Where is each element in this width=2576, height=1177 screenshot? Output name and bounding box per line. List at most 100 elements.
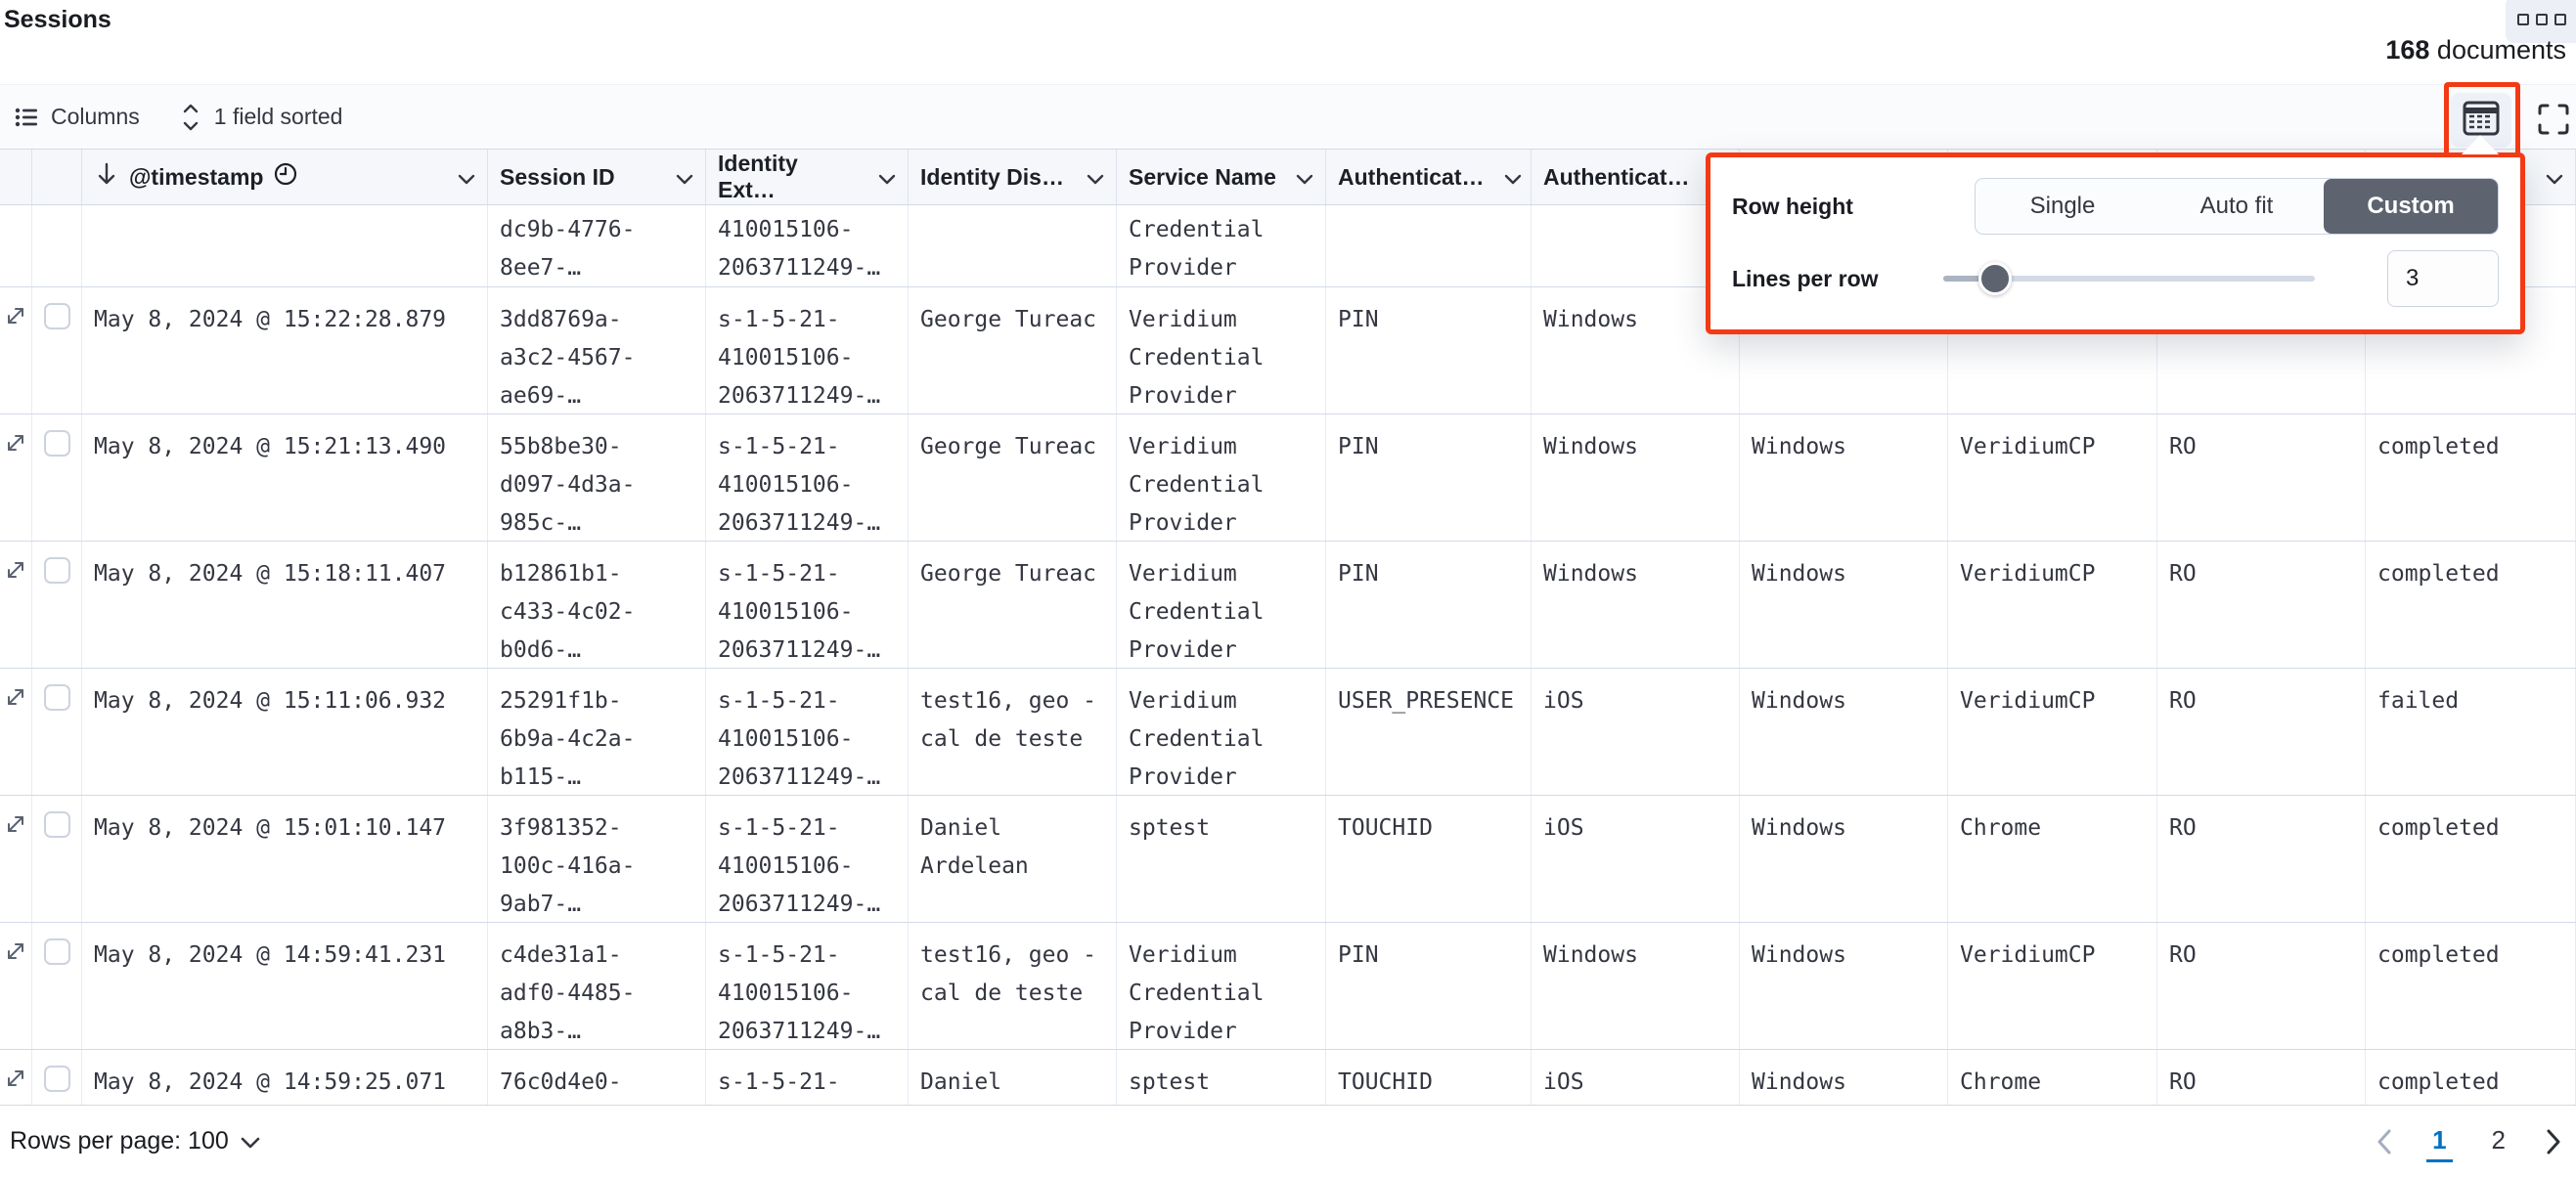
cell-svc[interactable]: sptest xyxy=(1117,796,1326,922)
columns-button[interactable]: Columns xyxy=(14,104,140,130)
cell-ts[interactable]: May 8, 2024 @ 15:22:28.879 xyxy=(82,287,488,414)
expand-document-button[interactable] xyxy=(5,305,26,414)
cell-idis[interactable]: test16, geo -cal de teste xyxy=(909,923,1117,1049)
cell-am[interactable]: PIN xyxy=(1326,542,1532,668)
cell-ap[interactable]: iOS xyxy=(1532,796,1740,922)
expand-document-button[interactable] xyxy=(5,940,26,1049)
lines-per-row-input[interactable]: 3 xyxy=(2387,250,2499,307)
cell-c10[interactable]: RO xyxy=(2157,796,2366,922)
cell-iext[interactable]: s-1-5-21-410015106-2063711249-… xyxy=(706,796,909,922)
cell-am[interactable]: PIN xyxy=(1326,923,1532,1049)
cell-c10[interactable]: RO xyxy=(2157,542,2366,668)
cell-c9[interactable]: VeridiumCP xyxy=(1948,923,2157,1049)
cell-idis[interactable]: George Tureac xyxy=(909,287,1117,414)
row-height-option-auto-fit[interactable]: Auto fit xyxy=(2150,179,2324,234)
cell-c10[interactable]: RO xyxy=(2157,1050,2366,1105)
cell-ts[interactable]: May 8, 2024 @ 15:18:11.407 xyxy=(82,542,488,668)
cell-sid[interactable]: 76c0d4e0-82c2-4dbf- xyxy=(488,1050,706,1105)
cell-c9[interactable]: Chrome xyxy=(1948,796,2157,922)
expand-document-button[interactable] xyxy=(5,1068,26,1105)
cell-sid[interactable]: 25291f1b-6b9a-4c2a-b115-… xyxy=(488,669,706,795)
cell-ts[interactable]: May 8, 2024 @ 14:59:25.071 xyxy=(82,1050,488,1105)
cell-iext[interactable]: s-1-5-21-410015106-2063711249-… xyxy=(706,542,909,668)
cell-c10[interactable]: RO xyxy=(2157,923,2366,1049)
cell-sid[interactable]: dc9b-4776-8ee7-… xyxy=(488,205,706,286)
row-checkbox[interactable] xyxy=(44,430,70,457)
cell-am[interactable]: TOUCHID xyxy=(1326,796,1532,922)
row-height-option-custom[interactable]: Custom xyxy=(2324,179,2498,234)
cell-sid[interactable]: c4de31a1-adf0-4485-a8b3-… xyxy=(488,923,706,1049)
chevron-down-icon[interactable] xyxy=(1296,164,1313,191)
chevron-down-icon[interactable] xyxy=(1504,164,1522,191)
header-cell-idis[interactable]: Identity Dis… xyxy=(909,150,1117,204)
cell-c8[interactable]: Windows xyxy=(1740,669,1948,795)
cell-svc[interactable]: VeridiumCredentialProvider xyxy=(1117,414,1326,541)
cell-sid[interactable]: 3dd8769a-a3c2-4567-ae69-… xyxy=(488,287,706,414)
lines-per-row-slider[interactable] xyxy=(1943,249,2315,308)
cell-c8[interactable]: Windows xyxy=(1740,542,1948,668)
cell-ap[interactable]: Windows xyxy=(1532,542,1740,668)
header-cell-am[interactable]: Authenticat… xyxy=(1326,150,1532,204)
next-page-button[interactable] xyxy=(2545,1128,2562,1155)
cell-svc[interactable]: sptest xyxy=(1117,1050,1326,1105)
chevron-down-icon[interactable] xyxy=(878,164,896,191)
page-button-1[interactable]: 1 xyxy=(2426,1121,2452,1162)
chevron-down-icon[interactable] xyxy=(2546,164,2563,191)
cell-am[interactable]: TOUCHID xyxy=(1326,1050,1532,1105)
cell-sid[interactable]: 3f981352-100c-416a-9ab7-… xyxy=(488,796,706,922)
expand-document-button[interactable] xyxy=(5,432,26,541)
row-checkbox[interactable] xyxy=(44,557,70,584)
cell-iext[interactable]: s-1-5-21-410015106-2063711249-… xyxy=(706,287,909,414)
cell-c8[interactable]: Windows xyxy=(1740,923,1948,1049)
cell-c9[interactable]: Chrome xyxy=(1948,1050,2157,1105)
header-cell-iext[interactable]: Identity Ext… xyxy=(706,150,909,204)
cell-c8[interactable]: Windows xyxy=(1740,1050,1948,1105)
row-checkbox[interactable] xyxy=(44,1066,70,1092)
row-checkbox[interactable] xyxy=(44,303,70,329)
header-cell-sid[interactable]: Session ID xyxy=(488,150,706,204)
row-checkbox[interactable] xyxy=(44,938,70,965)
cell-ap[interactable]: Windows xyxy=(1532,923,1740,1049)
cell-c11[interactable]: completed xyxy=(2366,923,2576,1049)
cell-idis[interactable]: test16, geo -cal de teste xyxy=(909,669,1117,795)
cell-ap[interactable]: iOS xyxy=(1532,1050,1740,1105)
chevron-down-icon[interactable] xyxy=(1087,164,1104,191)
cell-am[interactable]: USER_PRESENCE xyxy=(1326,669,1532,795)
cell-c9[interactable]: VeridiumCP xyxy=(1948,414,2157,541)
cell-iext[interactable]: s-1-5-21-410015106-2063711249-… xyxy=(706,669,909,795)
cell-c11[interactable]: completed xyxy=(2366,1050,2576,1105)
cell-ts[interactable]: May 8, 2024 @ 15:11:06.932 xyxy=(82,669,488,795)
row-checkbox[interactable] xyxy=(44,811,70,838)
cell-c11[interactable]: completed xyxy=(2366,542,2576,668)
cell-am[interactable]: PIN xyxy=(1326,414,1532,541)
cell-c11[interactable]: completed xyxy=(2366,796,2576,922)
cell-iext[interactable]: s-1-5-21-410015106-2063711249-… xyxy=(706,923,909,1049)
rows-per-page-button[interactable]: Rows per page: 100 xyxy=(10,1127,260,1155)
cell-ts[interactable] xyxy=(82,205,488,286)
cell-idis[interactable]: George Tureac xyxy=(909,414,1117,541)
header-cell-ts[interactable]: @timestamp xyxy=(82,150,488,204)
cell-c10[interactable]: RO xyxy=(2157,414,2366,541)
cell-iext[interactable]: s-1-5-21-410015106-2063711249-… xyxy=(706,414,909,541)
cell-idis[interactable]: DanielArdelean xyxy=(909,1050,1117,1105)
previous-page-button[interactable] xyxy=(2376,1128,2393,1155)
chevron-down-icon[interactable] xyxy=(676,164,693,191)
fullscreen-button[interactable] xyxy=(2531,99,2576,144)
cell-ap[interactable]: iOS xyxy=(1532,669,1740,795)
cell-sid[interactable]: 55b8be30-d097-4d3a-985c-… xyxy=(488,414,706,541)
cell-c11[interactable]: completed xyxy=(2366,414,2576,541)
cell-c11[interactable]: failed xyxy=(2366,669,2576,795)
cell-sid[interactable]: b12861b1-c433-4c02-b0d6-… xyxy=(488,542,706,668)
sort-fields-button[interactable]: 1 field sorted xyxy=(179,104,343,131)
cell-am[interactable]: PIN xyxy=(1326,287,1532,414)
expand-document-button[interactable] xyxy=(5,686,26,795)
chevron-down-icon[interactable] xyxy=(458,164,475,191)
cell-idis[interactable]: George Tureac xyxy=(909,542,1117,668)
cell-c9[interactable]: VeridiumCP xyxy=(1948,542,2157,668)
row-height-option-single[interactable]: Single xyxy=(1976,179,2150,234)
cell-idis[interactable]: DanielArdelean xyxy=(909,796,1117,922)
cell-ts[interactable]: May 8, 2024 @ 15:21:13.490 xyxy=(82,414,488,541)
cell-c8[interactable]: Windows xyxy=(1740,414,1948,541)
expand-document-button[interactable] xyxy=(5,813,26,922)
header-cell-svc[interactable]: Service Name xyxy=(1117,150,1326,204)
